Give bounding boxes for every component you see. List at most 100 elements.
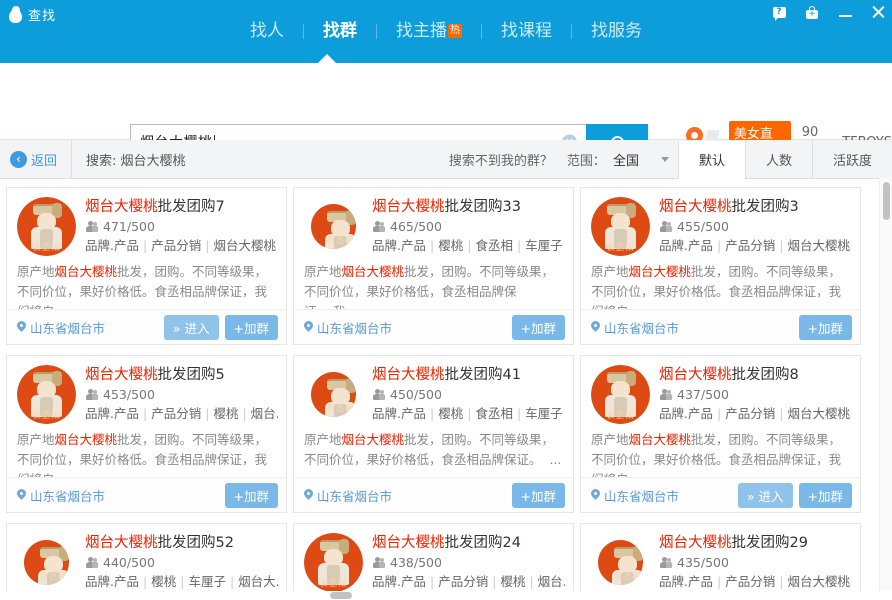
group-card[interactable]: 食丞相烟台大樱桃批发团购24438/500品牌.产品|产品分销|樱桃|烟台...…	[293, 523, 574, 600]
group-tag[interactable]: 产品分销	[725, 574, 775, 589]
group-card[interactable]: 食丞相烟台大樱桃批发团购29435/500品牌.产品|产品分销|烟台大樱桃 ..…	[580, 523, 861, 600]
join-group-button[interactable]: +加群	[224, 482, 278, 508]
group-avatar[interactable]: 食丞相	[17, 533, 76, 592]
results-grid: 食丞相烟台大樱桃批发团购7471/500品牌.产品|产品分销|烟台大樱桃 ...…	[6, 187, 892, 600]
group-avatar[interactable]: 食丞相	[591, 197, 650, 256]
group-tag[interactable]: 樱桃	[500, 574, 525, 589]
group-location[interactable]: 山东省烟台市	[591, 486, 679, 505]
back-arrow-icon: ‹	[10, 150, 27, 168]
group-tag[interactable]: 樱桃	[151, 574, 176, 589]
group-tag[interactable]: 烟台大樱桃 ...	[787, 238, 852, 253]
group-card[interactable]: 食丞相烟台大樱桃批发团购41450/500品牌.产品|樱桃|食丞相|车厘子 ..…	[293, 355, 574, 513]
group-tag[interactable]: 品牌.产品	[372, 238, 426, 253]
group-avatar[interactable]: 食丞相	[304, 533, 363, 592]
join-group-button[interactable]: +加群	[511, 314, 565, 340]
group-name[interactable]: 烟台大樱桃批发团购8	[659, 365, 852, 385]
nav-tab-find-course[interactable]: 找课程	[482, 18, 571, 44]
join-group-button[interactable]: +加群	[224, 314, 278, 340]
group-card[interactable]: 食丞相烟台大樱桃批发团购5453/500品牌.产品|产品分销|樱桃|烟台...原…	[6, 355, 287, 513]
group-tag[interactable]: 产品分销	[151, 406, 201, 421]
desc-highlight: 烟台大樱桃	[628, 264, 692, 279]
group-tags: 品牌.产品|产品分销|樱桃|烟台...	[372, 572, 565, 591]
enter-group-button[interactable]: » 进入	[737, 482, 793, 508]
scope-select[interactable]: 全国	[606, 150, 678, 169]
group-tag[interactable]: 车厘子	[188, 574, 226, 589]
group-avatar[interactable]: 食丞相	[304, 365, 363, 424]
tag-separator: |	[142, 574, 148, 589]
horizontal-scrollbar[interactable]	[0, 591, 892, 600]
group-card-actions: » 进入 +加群	[737, 482, 852, 508]
group-tag[interactable]: 品牌.产品	[372, 406, 426, 421]
enter-group-button[interactable]: » 进入	[163, 314, 219, 340]
group-name[interactable]: 烟台大樱桃批发团购5	[85, 365, 278, 385]
join-group-button[interactable]: +加群	[511, 482, 565, 508]
group-name[interactable]: 烟台大樱桃批发团购7	[85, 197, 278, 217]
group-tag[interactable]: 品牌.产品	[85, 406, 139, 421]
group-tag[interactable]: 产品分销	[151, 238, 201, 253]
group-tag[interactable]: 品牌.产品	[85, 574, 139, 589]
group-name[interactable]: 烟台大樱桃批发团购24	[372, 533, 565, 553]
group-location[interactable]: 山东省烟台市	[17, 486, 105, 505]
group-tag[interactable]: 樱桃	[438, 406, 463, 421]
group-tag[interactable]: 品牌.产品	[372, 574, 426, 589]
nav-tab-find-service[interactable]: 找服务	[572, 18, 661, 44]
horizontal-scrollbar-thumb[interactable]	[330, 592, 352, 599]
group-card[interactable]: 食丞相烟台大樱桃批发团购7471/500品牌.产品|产品分销|烟台大樱桃 ...…	[6, 187, 287, 345]
group-avatar[interactable]: 食丞相	[591, 533, 650, 592]
sort-tab-default[interactable]: 默认	[677, 140, 745, 179]
group-name[interactable]: 烟台大樱桃批发团购3	[659, 197, 852, 217]
nav-tab-label: 找人	[250, 21, 284, 41]
nav-tab-find-group[interactable]: 找群	[304, 18, 376, 44]
group-tag[interactable]: 烟台...	[251, 406, 278, 421]
tag-separator: |	[429, 238, 435, 253]
vertical-scrollbar-thumb[interactable]	[883, 182, 890, 220]
group-card[interactable]: 食丞相烟台大樱桃批发团购52440/500品牌.产品|樱桃|车厘子|烟台大...…	[6, 523, 287, 600]
group-card[interactable]: 食丞相烟台大樱桃批发团购33465/500品牌.产品|樱桃|食丞相|车厘子 ..…	[293, 187, 574, 345]
member-count-value: 471/500	[103, 219, 155, 234]
group-tag[interactable]: 品牌.产品	[85, 238, 139, 253]
group-avatar[interactable]: 食丞相	[591, 365, 650, 424]
group-tag[interactable]: 车厘子 ...	[525, 406, 565, 421]
group-avatar[interactable]: 食丞相	[304, 197, 363, 256]
group-card[interactable]: 食丞相烟台大樱桃批发团购8437/500品牌.产品|产品分销|烟台大樱桃 ...…	[580, 355, 861, 513]
group-card-actions: +加群	[798, 314, 852, 340]
location-pin-icon	[304, 489, 313, 501]
group-tag[interactable]: 樱桃	[213, 406, 238, 421]
join-group-button[interactable]: +加群	[798, 314, 852, 340]
group-tag[interactable]: 食丞相	[475, 406, 513, 421]
nav-tab-find-people[interactable]: 找人	[231, 18, 303, 44]
join-group-button[interactable]: +加群	[798, 482, 852, 508]
back-button[interactable]: ‹ 返回	[0, 140, 73, 178]
group-card[interactable]: 食丞相烟台大樱桃批发团购3455/500品牌.产品|产品分销|烟台大樱桃 ...…	[580, 187, 861, 345]
group-name[interactable]: 烟台大樱桃批发团购33	[372, 197, 565, 217]
group-tag[interactable]: 产品分销	[725, 238, 775, 253]
group-location[interactable]: 山东省烟台市	[17, 318, 105, 337]
group-avatar[interactable]: 食丞相	[17, 197, 76, 256]
group-tag[interactable]: 产品分销	[725, 406, 775, 421]
group-tag[interactable]: 品牌.产品	[659, 406, 713, 421]
group-location[interactable]: 山东省烟台市	[591, 318, 679, 337]
group-tag[interactable]: 烟台大樱桃 ...	[787, 574, 852, 589]
group-tag[interactable]: 烟台...	[538, 574, 565, 589]
group-name[interactable]: 烟台大樱桃批发团购52	[85, 533, 278, 553]
group-tag[interactable]: 产品分销	[438, 574, 488, 589]
group-avatar[interactable]: 食丞相	[17, 365, 76, 424]
nav-tab-label: 找群	[323, 21, 357, 41]
cannot-find-group-link[interactable]: 搜索不到我的群？	[449, 150, 553, 169]
group-tag[interactable]: 食丞相	[475, 238, 513, 253]
group-name[interactable]: 烟台大樱桃批发团购29	[659, 533, 852, 553]
group-location[interactable]: 山东省烟台市	[304, 486, 392, 505]
nav-tab-find-anchor[interactable]: 找主播热	[377, 18, 481, 44]
group-tag[interactable]: 樱桃	[438, 238, 463, 253]
group-tag[interactable]: 品牌.产品	[659, 238, 713, 253]
sort-tab-activity[interactable]: 活跃度	[811, 140, 892, 178]
group-tag[interactable]: 品牌.产品	[659, 574, 713, 589]
group-tag[interactable]: 车厘子 ...	[525, 238, 565, 253]
group-location[interactable]: 山东省烟台市	[304, 318, 392, 337]
group-name[interactable]: 烟台大樱桃批发团购41	[372, 365, 565, 385]
group-tag[interactable]: 烟台大樱桃 ...	[213, 238, 278, 253]
sort-tab-member-count[interactable]: 人数	[744, 140, 812, 178]
vertical-scrollbar[interactable]	[879, 178, 892, 592]
group-tag[interactable]: 烟台大樱桃 ...	[787, 406, 852, 421]
group-tag[interactable]: 烟台大...	[238, 574, 278, 589]
